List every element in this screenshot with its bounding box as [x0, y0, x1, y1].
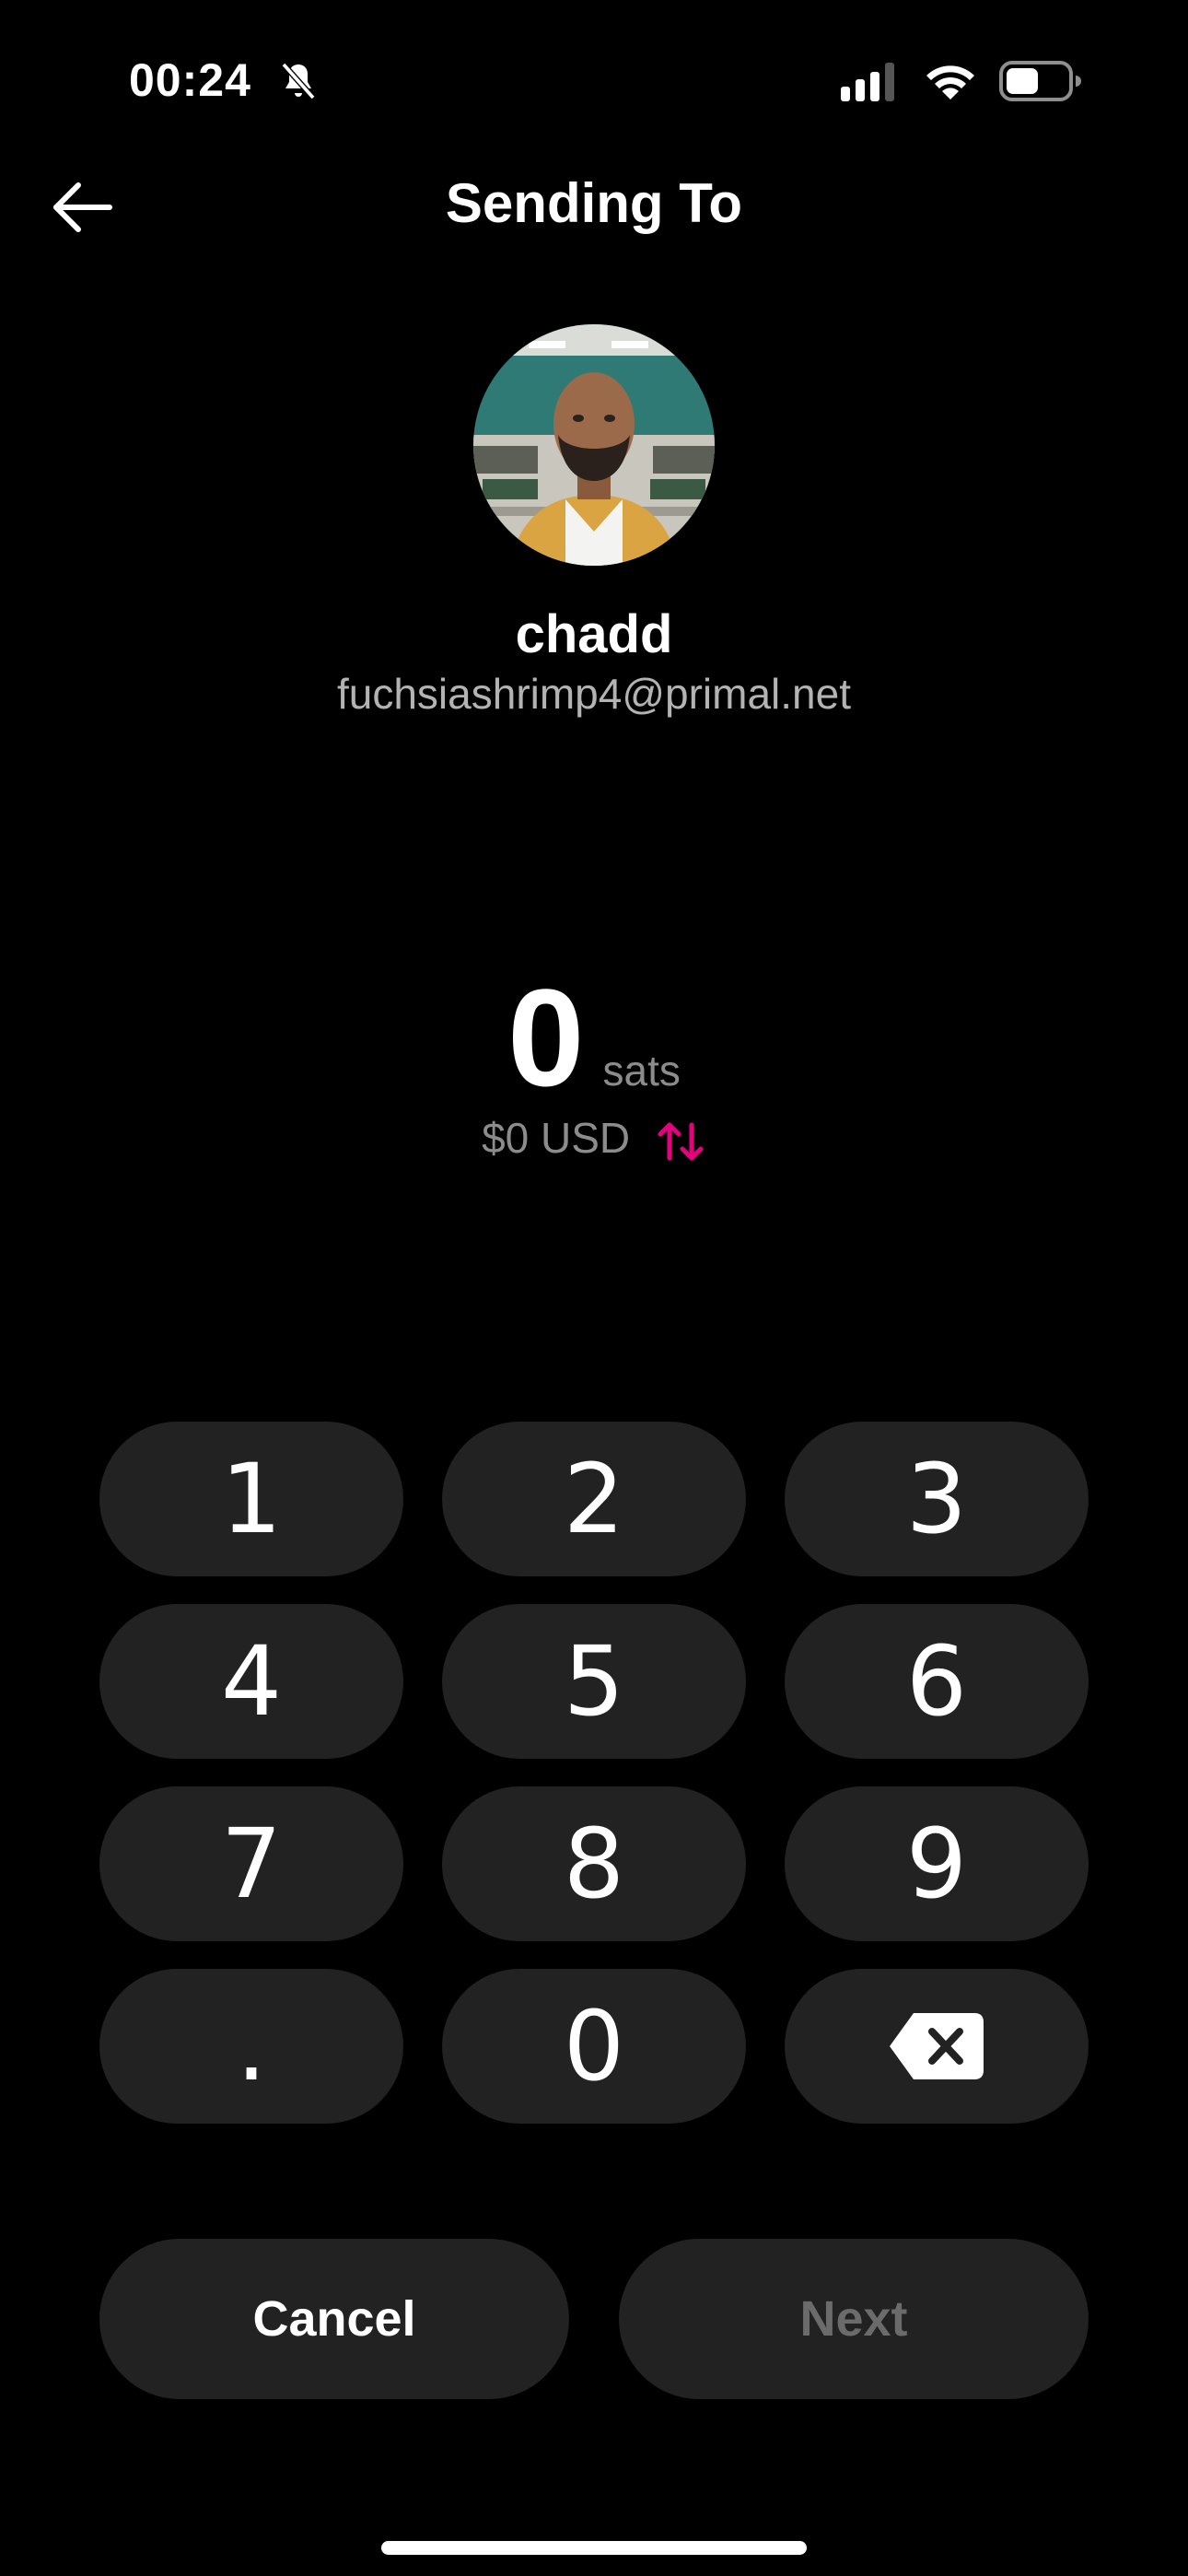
key-label: 4 — [220, 1625, 283, 1738]
swap-arrows-icon[interactable] — [655, 1119, 706, 1164]
key-label: 1 — [220, 1443, 283, 1555]
amount-unit: sats — [602, 1047, 681, 1095]
key-6[interactable]: 6 — [785, 1604, 1089, 1759]
key-label: 3 — [905, 1443, 968, 1555]
next-button[interactable]: Next — [619, 2239, 1089, 2399]
key-7[interactable]: 7 — [99, 1786, 403, 1941]
key-1[interactable]: 1 — [99, 1422, 403, 1576]
key-label: 6 — [905, 1625, 968, 1738]
key-4[interactable]: 4 — [99, 1604, 403, 1759]
key-label: 8 — [563, 1808, 625, 1920]
screen: 00:24 Sending To chadd fuchsiashrimp4@pr… — [0, 0, 1188, 2576]
page-title: Sending To — [445, 172, 743, 234]
avatar — [473, 324, 715, 566]
key-decimal[interactable]: . — [99, 1969, 403, 2124]
amount-display: 0 sats — [0, 958, 1188, 1118]
bell-slash-icon — [281, 62, 316, 100]
fiat-amount: $0 USD — [482, 1114, 631, 1162]
recipient-name: chadd — [515, 604, 673, 664]
signal-icon — [841, 63, 894, 101]
key-2[interactable]: 2 — [442, 1422, 746, 1576]
amount-value: 0 — [507, 960, 585, 1115]
key-label: 5 — [563, 1625, 625, 1738]
key-label: 7 — [220, 1808, 283, 1920]
backspace-icon — [890, 2013, 984, 2079]
wifi-icon — [926, 65, 974, 100]
battery-icon — [999, 61, 1081, 101]
key-backspace[interactable] — [785, 1969, 1089, 2124]
key-label: 2 — [563, 1443, 625, 1555]
key-9[interactable]: 9 — [785, 1786, 1089, 1941]
key-label: 9 — [905, 1808, 968, 1920]
key-8[interactable]: 8 — [442, 1786, 746, 1941]
key-label: . — [236, 1990, 267, 2102]
status-bar: 00:24 — [0, 46, 1188, 115]
recipient-address: fuchsiashrimp4@primal.net — [336, 670, 852, 718]
fiat-row: $0 USD — [0, 1113, 1188, 1164]
home-indicator[interactable] — [381, 2541, 807, 2555]
key-5[interactable]: 5 — [442, 1604, 746, 1759]
key-0[interactable]: 0 — [442, 1969, 746, 2124]
key-3[interactable]: 3 — [785, 1422, 1089, 1576]
cancel-button[interactable]: Cancel — [99, 2239, 569, 2399]
key-label: 0 — [563, 1990, 625, 2102]
status-time: 00:24 — [129, 54, 251, 106]
